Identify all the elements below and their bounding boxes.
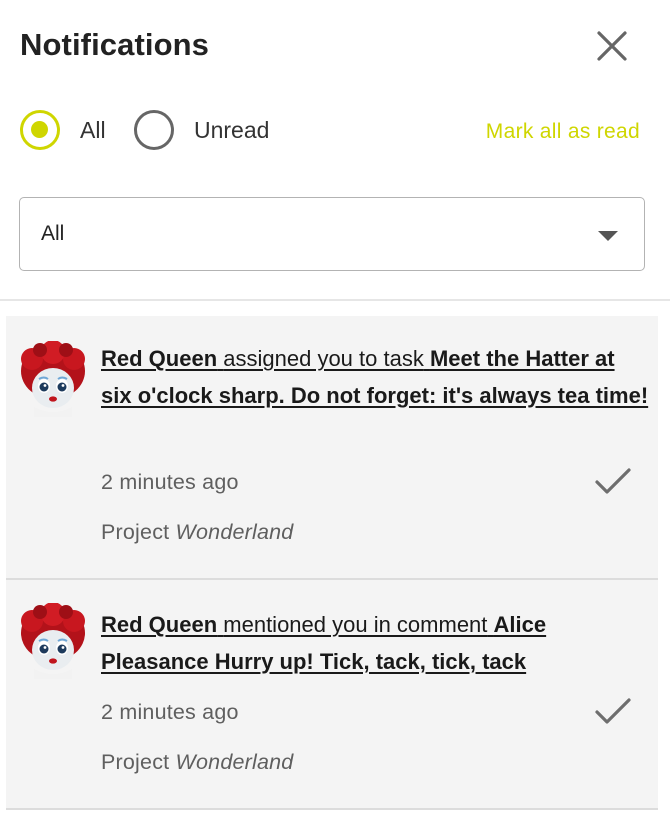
notification-message[interactable]: Red Queen assigned you to task Meet the …	[101, 341, 651, 414]
project-name: Wonderland	[175, 750, 294, 774]
radio-unread[interactable]: Unread	[134, 110, 269, 150]
notification-user[interactable]: Red Queen	[101, 612, 217, 637]
checkmark-icon[interactable]	[594, 467, 632, 497]
close-icon[interactable]	[594, 28, 630, 64]
chevron-down-icon	[598, 231, 618, 241]
notification-project: Project Wonderland	[101, 520, 293, 545]
notification-project: Project Wonderland	[101, 750, 293, 775]
notification-message[interactable]: Red Queen mentioned you in comment Alice…	[101, 607, 651, 680]
project-name: Wonderland	[175, 520, 294, 544]
divider	[0, 299, 670, 301]
radio-unread-label[interactable]: Unread	[194, 117, 269, 144]
radio-unchecked-icon[interactable]	[134, 110, 174, 150]
radio-checked-icon[interactable]	[20, 110, 60, 150]
notification-time: 2 minutes ago	[101, 470, 239, 494]
notification-item[interactable]: Red Queen mentioned you in comment Alice…	[6, 580, 658, 810]
page-title: Notifications	[20, 27, 210, 62]
notification-item[interactable]: Red Queen assigned you to task Meet the …	[6, 316, 658, 580]
project-prefix: Project	[101, 750, 170, 774]
project-prefix: Project	[101, 520, 170, 544]
radio-all-label[interactable]: All	[80, 117, 106, 144]
notification-type-select[interactable]: All	[19, 197, 645, 271]
notification-action[interactable]: assigned you to task	[223, 346, 424, 371]
notification-time: 2 minutes ago	[101, 700, 239, 724]
notification-user[interactable]: Red Queen	[101, 346, 217, 371]
filter-row: All Unread Mark all as read	[20, 110, 640, 154]
red-queen-avatar	[21, 341, 85, 417]
red-queen-avatar	[21, 603, 85, 679]
notification-action[interactable]: mentioned you in comment	[223, 612, 487, 637]
mark-all-read-link[interactable]: Mark all as read	[486, 120, 640, 144]
select-value: All	[41, 222, 65, 245]
radio-all[interactable]: All	[20, 110, 106, 150]
close-button[interactable]	[594, 28, 630, 64]
checkmark-icon[interactable]	[594, 697, 632, 727]
